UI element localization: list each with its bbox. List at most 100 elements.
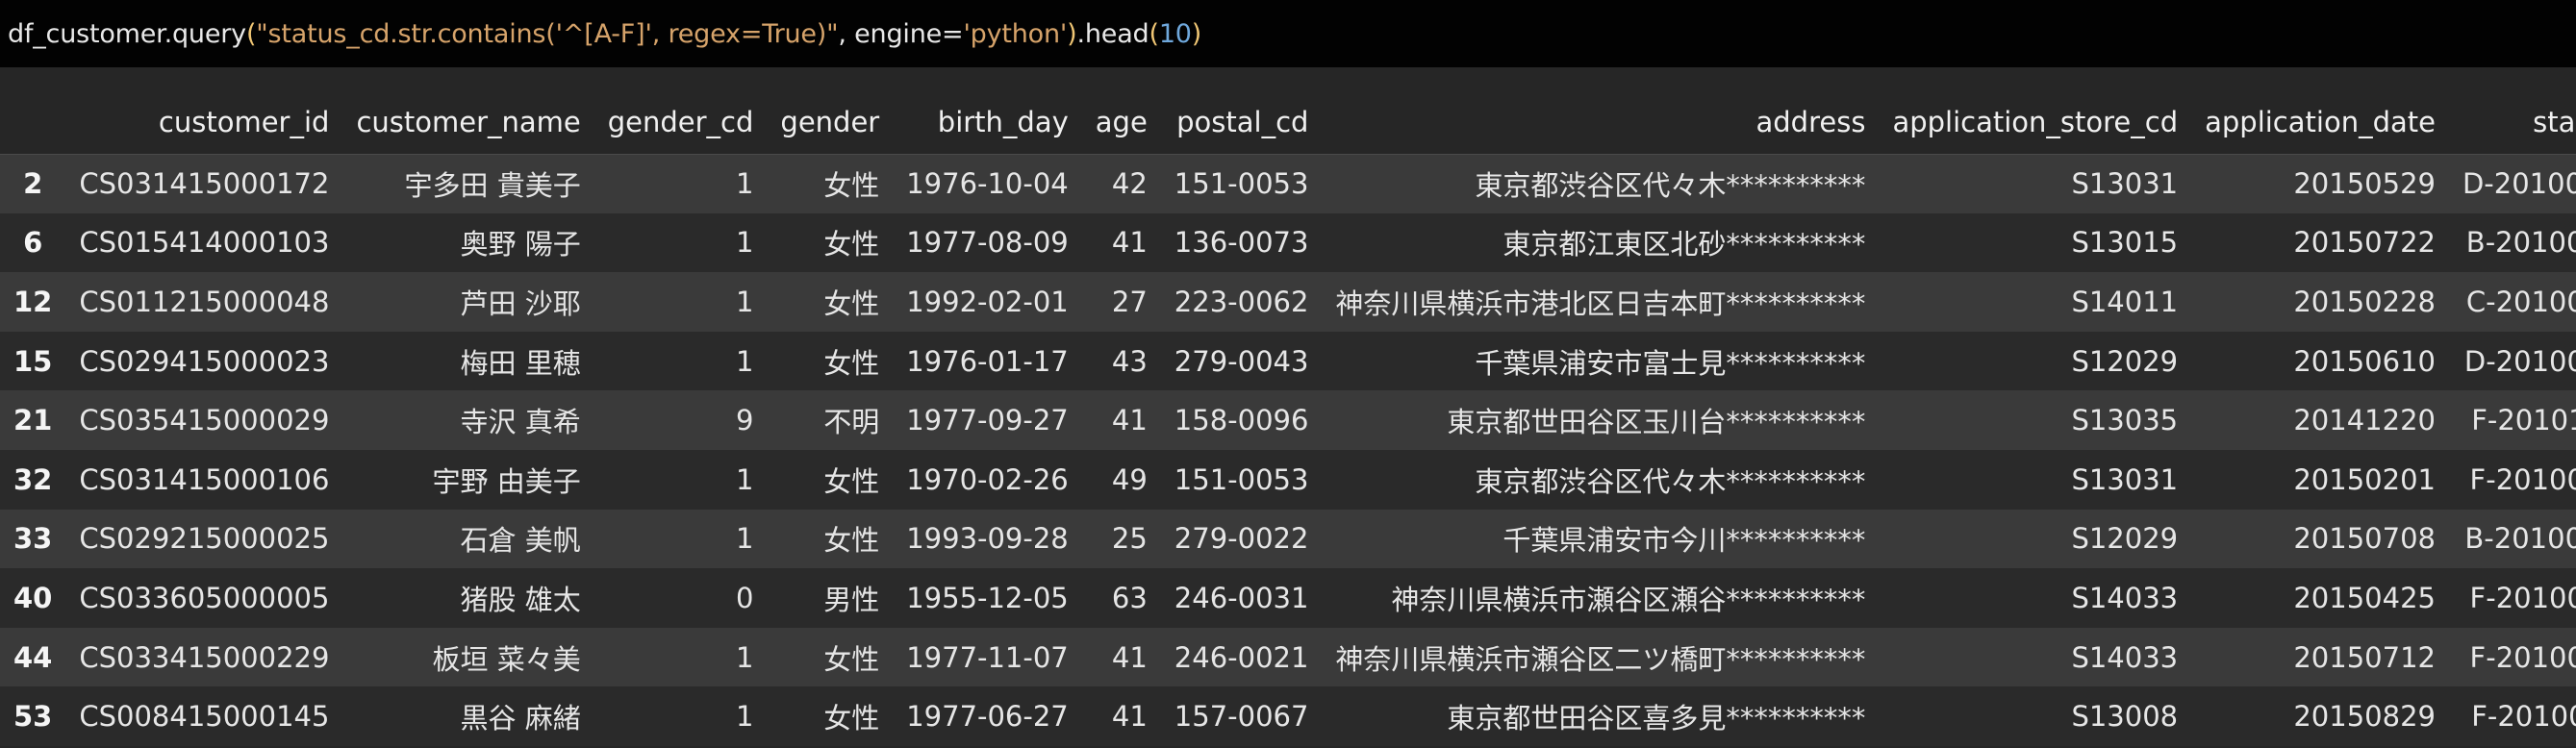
cell-status-cd: B-20100820-C [2464, 522, 2576, 556]
cell-application-store-cd: S13031 [2071, 167, 2179, 201]
column-header-birth-day: birth_day [893, 90, 1082, 155]
cell-status-cd: D-20100918-E [2463, 344, 2576, 378]
cell-gender: 男性 [823, 583, 880, 616]
cell-address: 東京都江東区北砂********** [1503, 228, 1866, 262]
cell-customer-id: CS031415000106 [79, 462, 330, 496]
cell-application-date: 20150708 [2293, 522, 2436, 556]
cell-address: 東京都渋谷区代々木********** [1475, 169, 1866, 203]
table-row: 33 CS029215000025 石倉 美帆 1 女性 1993-09-28 25 279-… [0, 509, 2576, 569]
cell-status-cd: B-20100609-B [2465, 226, 2576, 260]
cell-gender-cd: 1 [735, 226, 754, 260]
cell-index: 32 [13, 462, 53, 496]
cell-customer-name: 石倉 美帆 [460, 524, 581, 558]
output-area: customer_id customer_name gender_cd gender b… [0, 67, 2576, 748]
cell-gender-cd: 1 [735, 522, 754, 556]
cell-birth-day: 1977-11-07 [906, 640, 1069, 674]
cell-postal-cd: 223-0062 [1174, 285, 1309, 318]
cell-application-store-cd: S13015 [2071, 226, 2179, 260]
column-header-address: address [1322, 90, 1880, 155]
cell-birth-day: 1993-09-28 [906, 522, 1069, 556]
code-input-cell[interactable]: df_customer.query("status_cd.str.contain… [0, 0, 2576, 67]
cell-customer-name: 板垣 菜々美 [432, 642, 581, 676]
cell-postal-cd: 246-0021 [1174, 640, 1309, 674]
table-row: 12 CS011215000048 芦田 沙耶 1 女性 1992-02-01 27 223-… [0, 272, 2576, 332]
cell-address: 東京都渋谷区代々木********** [1475, 464, 1866, 498]
cell-birth-day: 1955-12-05 [906, 581, 1069, 614]
cell-address: 東京都世田谷区玉川台********** [1447, 406, 1866, 439]
cell-application-store-cd: S13031 [2071, 462, 2179, 496]
cell-index: 12 [13, 285, 53, 318]
table-row: 40 CS033605000005 猪股 雄太 0 男性 1955-12-05 63 246-… [0, 568, 2576, 628]
cell-application-store-cd: S12029 [2071, 522, 2179, 556]
table-row: 15 CS029415000023 梅田 里穂 1 女性 1976-01-17 43 279-… [0, 331, 2576, 391]
cell-postal-cd: 279-0043 [1174, 344, 1309, 378]
column-header-application-date: application_date [2191, 90, 2449, 155]
cell-application-store-cd: S14011 [2071, 285, 2179, 318]
code-head-close: ) [1191, 18, 1202, 49]
cell-customer-id: CS029415000023 [79, 344, 330, 378]
cell-application-date: 20150228 [2293, 285, 2436, 318]
cell-application-date: 20150610 [2293, 344, 2436, 378]
cell-status-cd: D-20100325-C [2462, 167, 2576, 201]
cell-age: 25 [1111, 522, 1148, 556]
cell-address: 神奈川県横浜市港北区日吉本町********** [1335, 287, 1866, 320]
cell-gender-cd: 9 [735, 404, 754, 437]
cell-gender: 女性 [823, 642, 880, 676]
cell-status-cd: F-20100511-E [2469, 462, 2576, 496]
cell-status-cd: F-20100326-E [2469, 640, 2576, 674]
cell-customer-id: CS031415000172 [79, 167, 330, 201]
column-header-index [0, 90, 66, 155]
cell-customer-id: CS011215000048 [79, 285, 330, 318]
cell-application-date: 20141220 [2293, 404, 2436, 437]
cell-application-store-cd: S14033 [2071, 581, 2179, 614]
cell-index: 2 [23, 167, 43, 201]
cell-index: 6 [23, 226, 43, 260]
cell-application-date: 20150722 [2293, 226, 2436, 260]
cell-age: 41 [1111, 404, 1148, 437]
cell-gender: 女性 [823, 346, 880, 380]
cell-birth-day: 1976-10-04 [906, 167, 1069, 201]
cell-age: 41 [1111, 226, 1148, 260]
cell-customer-name: 宇野 由美子 [432, 464, 581, 498]
cell-status-cd: F-20101029-F [2471, 404, 2576, 437]
code-engine-kw: , engine= [838, 18, 964, 49]
cell-age: 63 [1111, 581, 1148, 614]
cell-customer-id: CS008415000145 [79, 700, 330, 734]
cell-gender-cd: 1 [735, 462, 754, 496]
cell-gender-cd: 1 [735, 700, 754, 734]
cell-index: 44 [13, 640, 53, 674]
cell-application-date: 20150529 [2293, 167, 2436, 201]
cell-customer-name: 芦田 沙耶 [460, 287, 581, 320]
cell-birth-day: 1977-09-27 [906, 404, 1069, 437]
cell-customer-name: 猪股 雄太 [460, 583, 581, 616]
cell-age: 42 [1111, 167, 1148, 201]
code-head-arg: 10 [1158, 18, 1192, 49]
cell-status-cd: C-20100421-9 [2465, 285, 2576, 318]
cell-index: 53 [13, 700, 53, 734]
cell-status-cd: F-20100917-E [2469, 581, 2576, 614]
column-header-status-cd: status_cd [2448, 90, 2576, 155]
cell-gender: 女性 [823, 169, 880, 203]
cell-postal-cd: 151-0053 [1174, 167, 1309, 201]
cell-application-store-cd: S13008 [2071, 700, 2179, 734]
cell-customer-name: 奥野 陽子 [460, 228, 581, 262]
cell-index: 40 [13, 581, 53, 614]
cell-customer-id: CS033605000005 [79, 581, 330, 614]
cell-postal-cd: 136-0073 [1174, 226, 1309, 260]
cell-address: 千葉県浦安市今川********** [1503, 524, 1866, 558]
cell-customer-name: 宇多田 貴美子 [404, 169, 581, 203]
cell-birth-day: 1992-02-01 [906, 285, 1069, 318]
cell-customer-id: CS035415000029 [79, 404, 330, 437]
table-row: 44 CS033415000229 板垣 菜々美 1 女性 1977-11-07 41 246… [0, 627, 2576, 687]
cell-age: 27 [1111, 285, 1148, 318]
cell-address: 神奈川県横浜市瀬谷区二ツ橋町********** [1335, 642, 1866, 676]
cell-index: 33 [13, 522, 53, 556]
code-open-paren: ( [245, 18, 257, 49]
cell-address: 千葉県浦安市富士見********** [1475, 346, 1866, 380]
cell-gender-cd: 1 [735, 167, 754, 201]
cell-gender-cd: 1 [735, 285, 754, 318]
cell-age: 43 [1111, 344, 1148, 378]
cell-gender: 女性 [823, 287, 880, 320]
column-header-gender: gender [767, 90, 894, 155]
cell-application-date: 20150201 [2293, 462, 2436, 496]
